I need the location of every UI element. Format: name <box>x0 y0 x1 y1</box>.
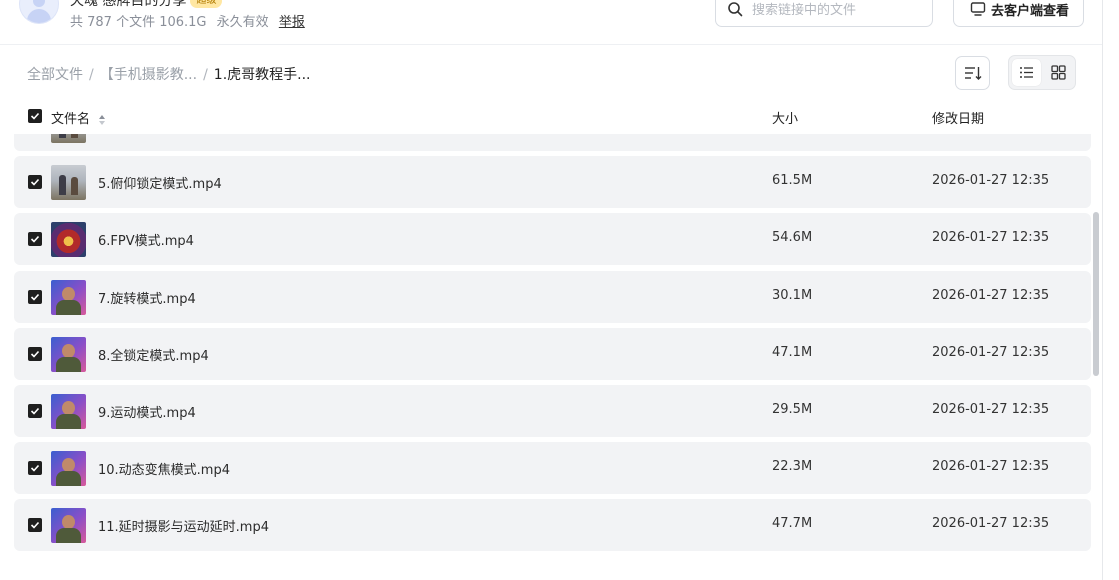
monitor-icon <box>970 2 986 16</box>
scrollbar-thumb[interactable] <box>1093 212 1099 376</box>
breadcrumb-item-course[interactable]: 【手机摄影教... <box>100 67 197 83</box>
breadcrumb-item-current: 1.虎哥教程手... <box>213 67 311 83</box>
owner-name-text: 天魂 感牌目的分享 <box>70 0 187 9</box>
breadcrumb-separator: / <box>203 67 208 83</box>
row-checkbox[interactable] <box>28 518 42 532</box>
column-header-name-label: 文件名 <box>51 112 91 127</box>
file-name[interactable]: 9.运动模式.mp4 <box>98 402 196 421</box>
checkbox-checked-icon <box>30 178 40 186</box>
view-toggle <box>1008 55 1076 90</box>
file-row[interactable]: 4.跟白跟随模式.mp448.4M2026-01-27 12:35 <box>14 134 1091 151</box>
video-thumbnail <box>51 280 86 315</box>
share-page: 天魂 感牌目的分享 超级 共 787 个文件 106.1G 永久有效 举报 搜索链… <box>0 0 1102 580</box>
search-input[interactable]: 搜索链接中的文件 <box>715 0 933 27</box>
scrollbar-track[interactable] <box>1102 0 1119 580</box>
search-icon <box>728 2 743 17</box>
search-placeholder: 搜索链接中的文件 <box>752 3 857 18</box>
file-count: 共 787 个文件 106.1G <box>70 15 207 30</box>
breadcrumb-separator: / <box>89 67 94 83</box>
breadcrumb: 全部文件 / 【手机摄影教... / 1.虎哥教程手... <box>27 64 311 84</box>
file-size: 29.5M <box>772 402 813 417</box>
row-checkbox[interactable] <box>28 175 42 189</box>
open-in-client-label: 去客户端查看 <box>991 4 1070 19</box>
select-all-checkbox[interactable] <box>28 109 42 123</box>
file-size: 30.1M <box>772 288 813 303</box>
file-name[interactable]: 11.延时摄影与运动延时.mp4 <box>98 516 269 535</box>
sort-button[interactable] <box>955 56 990 90</box>
video-thumbnail <box>51 451 86 486</box>
checkbox-checked-icon <box>30 293 40 301</box>
file-name[interactable]: 4.跟白跟随模式.mp4 <box>98 134 222 135</box>
file-date: 2026-01-27 12:35 <box>932 459 1050 474</box>
sort-icon <box>965 67 982 80</box>
checkbox-checked-icon <box>30 407 40 415</box>
file-size: 47.7M <box>772 516 813 531</box>
column-header-size[interactable]: 大小 <box>772 108 798 127</box>
grid-view-button[interactable] <box>1044 59 1073 86</box>
file-date: 2026-01-27 12:35 <box>932 173 1050 188</box>
checkbox-checked-icon <box>30 521 40 529</box>
column-header-name[interactable]: 文件名 <box>51 108 106 127</box>
breadcrumb-item-all-files[interactable]: 全部文件 <box>27 67 83 83</box>
checkbox-checked-icon <box>30 464 40 472</box>
validity: 永久有效 <box>216 15 269 30</box>
share-meta: 共 787 个文件 106.1G 永久有效 举报 <box>70 11 311 30</box>
file-row[interactable]: 8.全锁定模式.mp4 47.1M 2026-01-27 12:35 <box>14 328 1091 380</box>
row-checkbox[interactable] <box>28 461 42 475</box>
row-checkbox[interactable] <box>28 404 42 418</box>
file-date: 2026-01-27 12:35 <box>932 230 1050 245</box>
file-name[interactable]: 6.FPV模式.mp4 <box>98 230 194 249</box>
file-date: 2026-01-27 12:35 <box>932 516 1050 531</box>
owner-name: 天魂 感牌目的分享 超级 <box>70 0 223 10</box>
share-header: 天魂 感牌目的分享 超级 共 787 个文件 106.1G 永久有效 举报 搜索链… <box>0 0 1102 45</box>
video-thumbnail <box>51 222 86 257</box>
file-row[interactable]: 5.俯仰锁定模式.mp4 61.5M 2026-01-27 12:35 <box>14 156 1091 208</box>
grid-view-icon <box>1051 65 1066 80</box>
file-size: 47.1M <box>772 345 813 360</box>
file-row[interactable]: 6.FPV模式.mp4 54.6M 2026-01-27 12:35 <box>14 213 1091 265</box>
row-checkbox[interactable] <box>28 290 42 304</box>
file-size: 22.3M <box>772 459 813 474</box>
file-size: 54.6M <box>772 230 813 245</box>
video-thumbnail <box>51 394 86 429</box>
file-date: 2026-01-27 12:35 <box>932 288 1050 303</box>
file-row[interactable]: 11.延时摄影与运动延时.mp4 47.7M 2026-01-27 12:35 <box>14 499 1091 551</box>
file-date: 2026-01-27 12:35 <box>932 345 1050 360</box>
video-thumbnail <box>51 508 86 543</box>
video-thumbnail <box>51 165 86 200</box>
table-header: 文件名 大小 修改日期 <box>0 100 1102 134</box>
sort-caret-icon <box>99 114 106 125</box>
file-row[interactable]: 7.旋转模式.mp4 30.1M 2026-01-27 12:35 <box>14 271 1091 323</box>
file-list: 4.跟白跟随模式.mp448.4M2026-01-27 12:35 5.俯仰锁定模… <box>0 134 1102 580</box>
column-header-date[interactable]: 修改日期 <box>932 108 984 127</box>
video-thumbnail <box>51 337 86 372</box>
file-name[interactable]: 7.旋转模式.mp4 <box>98 288 196 307</box>
file-name[interactable]: 10.动态变焦模式.mp4 <box>98 459 230 478</box>
avatar <box>19 0 59 24</box>
video-thumbnail <box>51 134 86 143</box>
open-in-client-button[interactable]: 去客户端查看 <box>953 0 1084 27</box>
list-view-button[interactable] <box>1012 59 1041 86</box>
file-name[interactable]: 5.俯仰锁定模式.mp4 <box>98 173 222 192</box>
checkbox-checked-icon <box>30 350 40 358</box>
file-date: 2026-01-27 12:35 <box>932 402 1050 417</box>
checkbox-checked-icon <box>30 235 40 243</box>
vip-badge: 超级 <box>190 0 223 8</box>
file-size: 61.5M <box>772 173 813 188</box>
list-view-icon <box>1020 67 1033 78</box>
row-checkbox[interactable] <box>28 232 42 246</box>
file-name[interactable]: 8.全锁定模式.mp4 <box>98 345 209 364</box>
row-checkbox[interactable] <box>28 347 42 361</box>
file-row[interactable]: 9.运动模式.mp4 29.5M 2026-01-27 12:35 <box>14 385 1091 437</box>
file-row[interactable]: 10.动态变焦模式.mp4 22.3M 2026-01-27 12:35 <box>14 442 1091 494</box>
checkbox-checked-icon <box>30 112 40 120</box>
report-link[interactable]: 举报 <box>279 15 305 30</box>
